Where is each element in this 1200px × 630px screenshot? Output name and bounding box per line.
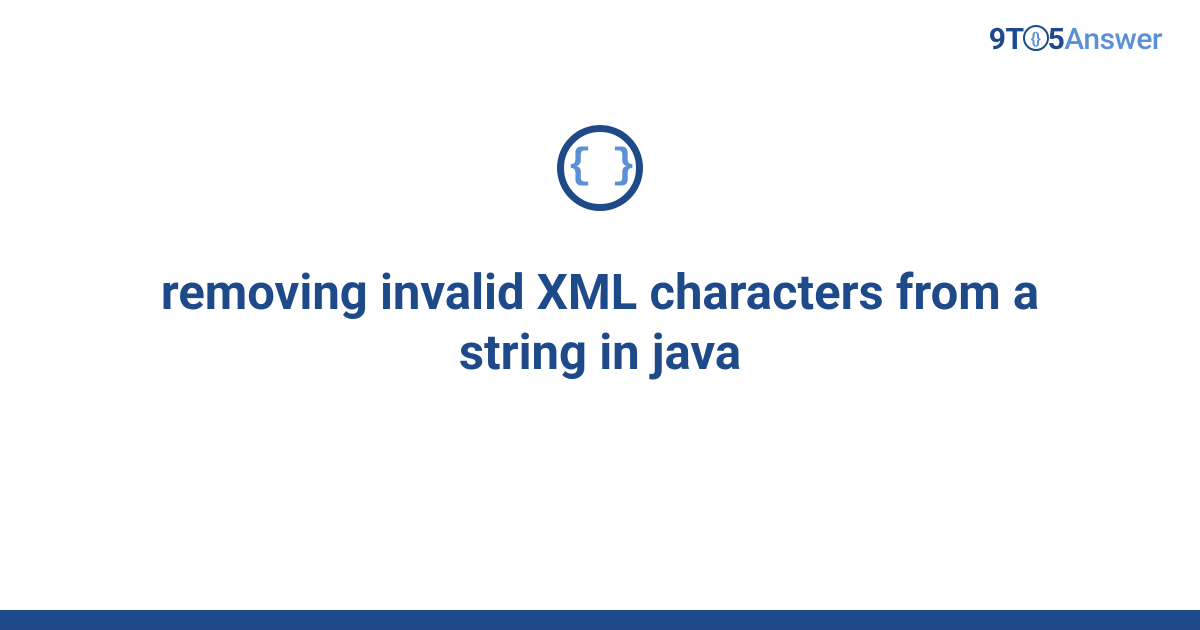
logo-circle-icon: {} <box>1023 25 1049 51</box>
logo-text-answer: Answer <box>1064 22 1162 57</box>
page-title: removing invalid XML characters from a s… <box>100 263 1100 383</box>
code-braces-icon: { } <box>557 125 643 211</box>
logo-text-5: 5 <box>1048 22 1065 57</box>
main-content: { } removing invalid XML characters from… <box>0 125 1200 383</box>
footer-bar <box>0 610 1200 630</box>
braces-glyph: { } <box>567 145 634 187</box>
site-logo[interactable]: 9T{}5Answer <box>989 22 1162 57</box>
logo-text-9t: 9T <box>989 22 1024 57</box>
